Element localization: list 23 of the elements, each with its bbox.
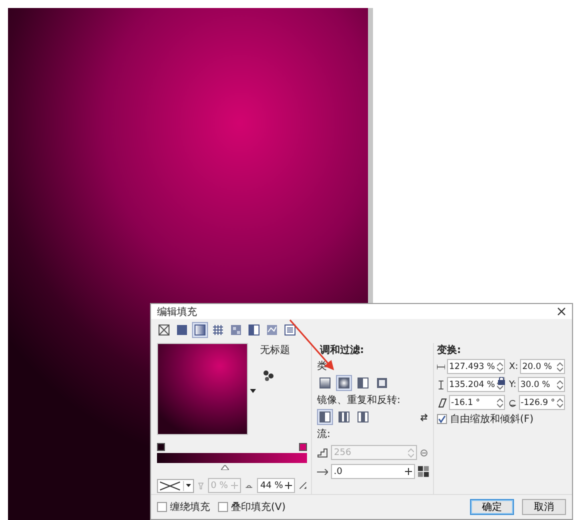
axis-label: Y: <box>509 380 516 390</box>
type-label: 类 <box>317 360 328 373</box>
height-field[interactable]: 135.204 % <box>447 377 505 392</box>
x-field[interactable]: 20.0 % <box>520 359 565 374</box>
mirror-label: 镜像、重复和反转: <box>317 394 402 407</box>
midpoint-field[interactable]: 44 % <box>257 478 296 493</box>
section-heading: 变换: <box>437 343 462 357</box>
section-heading: 调和过滤: <box>320 344 365 357</box>
checkbox-label: 缠绕填充 <box>170 500 210 514</box>
ok-button[interactable]: 确定 <box>470 499 514 515</box>
checkbox-label: 叠印填充(V) <box>231 500 286 514</box>
width-field[interactable]: 127.493 % <box>447 359 505 374</box>
steps-field: 256 <box>331 445 417 460</box>
skew-field[interactable]: -16.1 ° <box>449 395 505 410</box>
preset-name: 无标题 <box>260 344 290 357</box>
y-field[interactable]: 30.0 % <box>518 377 565 392</box>
acceleration-field[interactable]: .0 <box>330 464 416 479</box>
rotate-field[interactable]: -126.9 ° <box>518 395 565 410</box>
dialog-title: 编辑填充 <box>157 306 197 318</box>
checkbox-label: 自由缩放和倾斜(F) <box>450 412 534 426</box>
cancel-button[interactable]: 取消 <box>522 499 566 515</box>
flow-label: 流: <box>317 428 332 441</box>
axis-label: X: <box>509 362 518 372</box>
